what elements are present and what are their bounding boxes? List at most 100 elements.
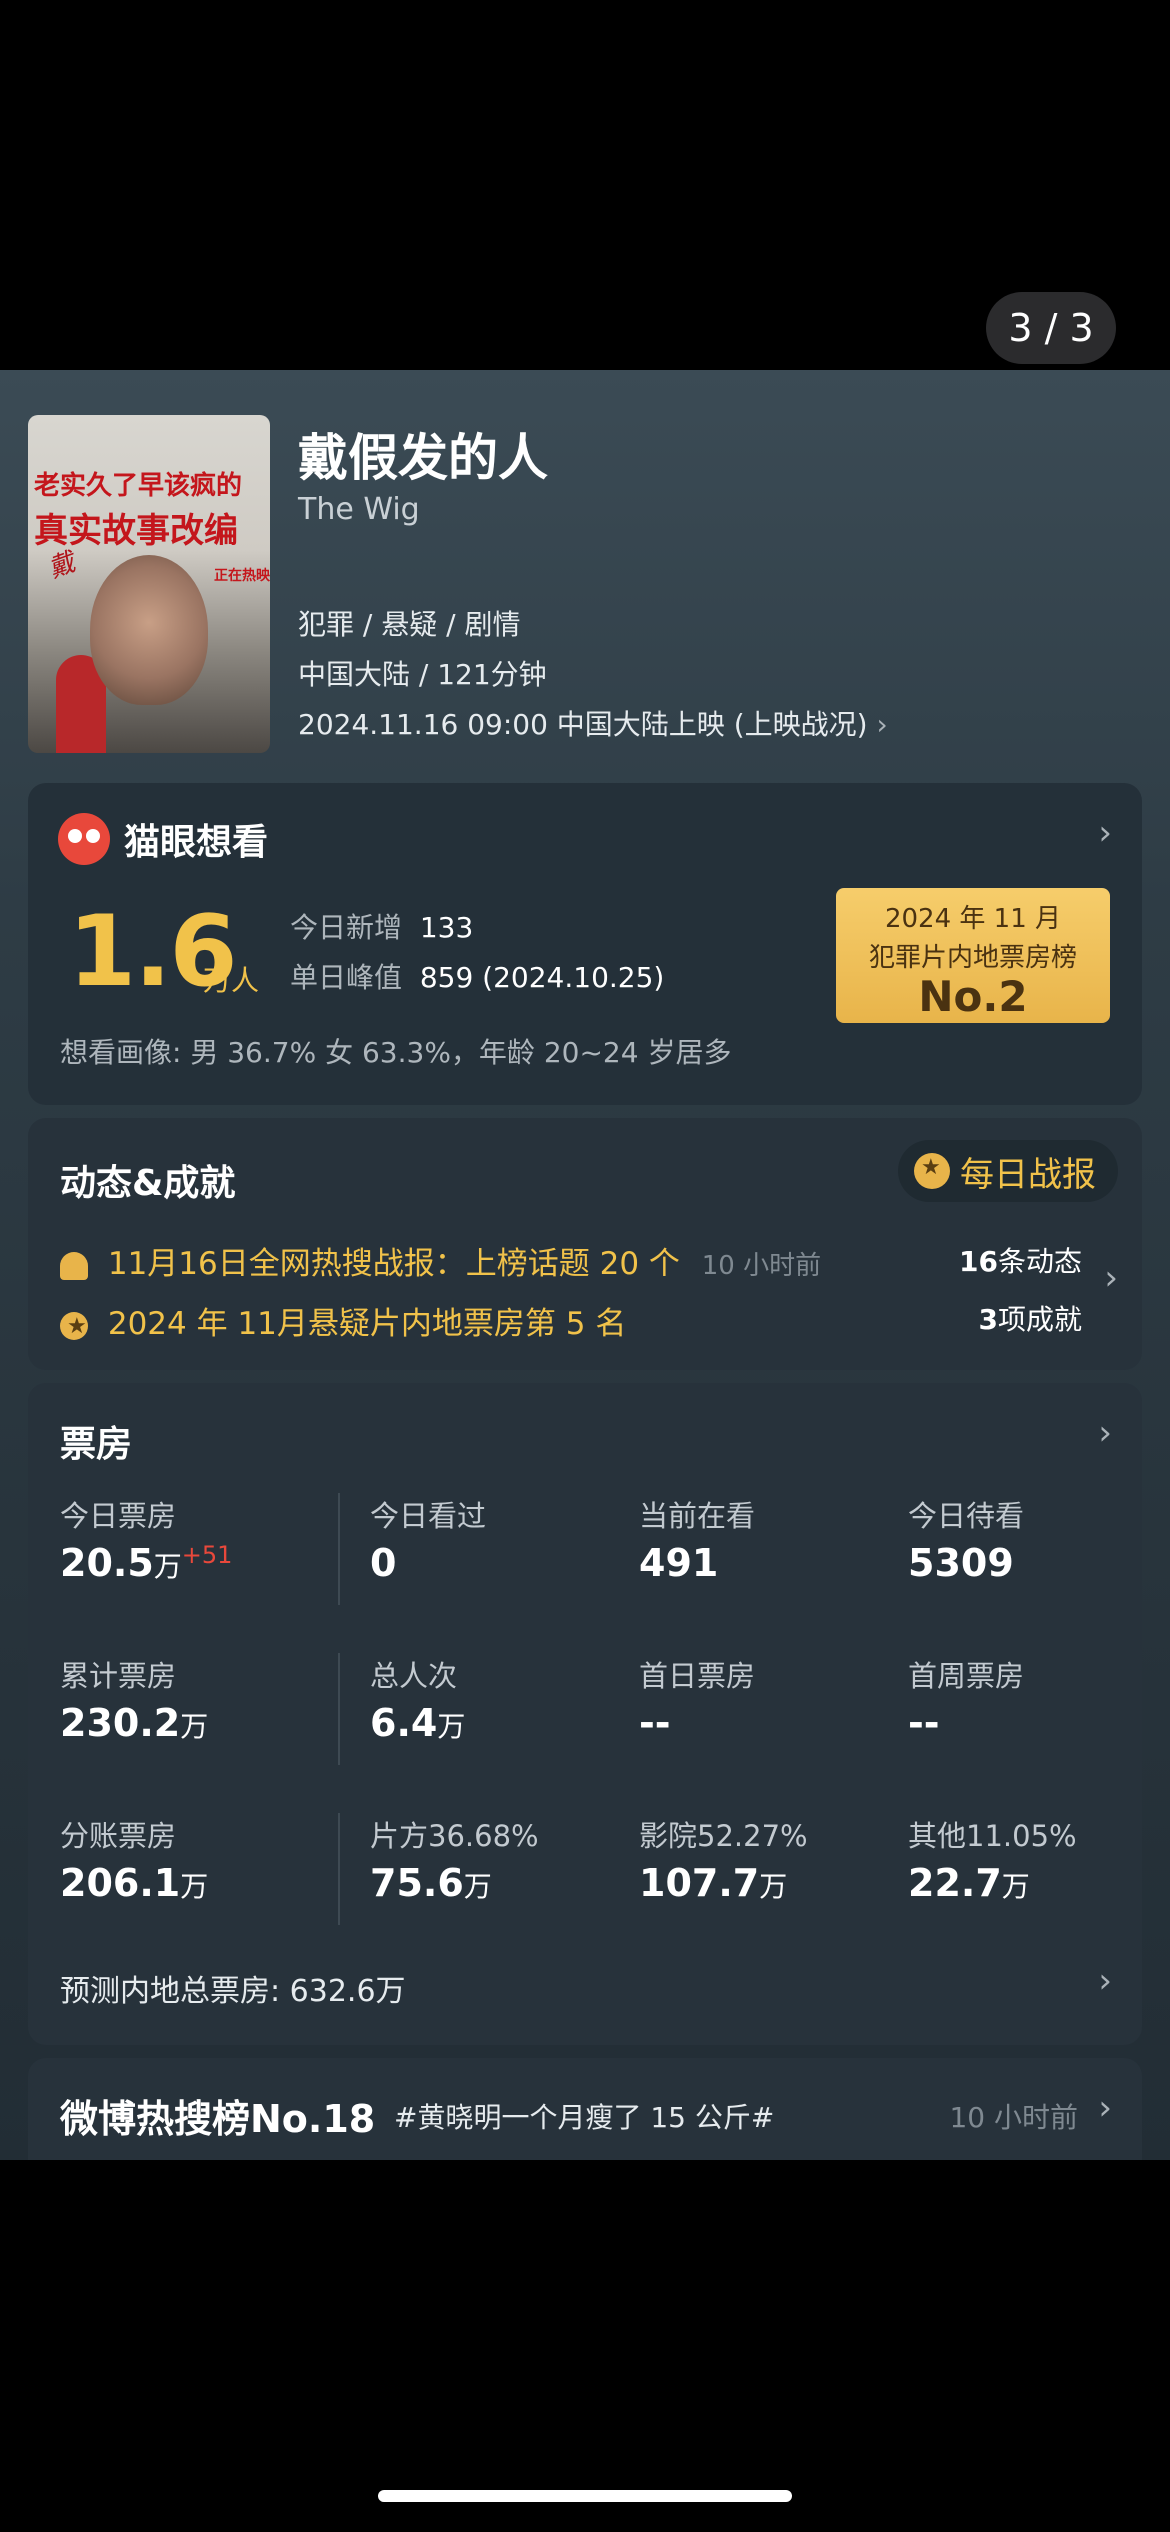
producer-share-label: 片方36.68% [370,1819,539,1853]
box-office-card[interactable]: 票房 › 今日票房 20.5万+51 今日看过 0 当前在看 491 今日待看 … [28,1383,1142,2045]
news-card-title: 动态&成就 [60,1163,236,1204]
today-new-value: 133 [419,911,474,944]
rank-period: 2024 年 11 月 [884,904,1062,934]
weibo-hot-search-card[interactable]: 微博热搜榜No.18 #黄晓明一个月瘦了 15 公斤# 10 小时前 › [28,2058,1142,2160]
medal-icon [60,1311,88,1340]
chevron-right-icon: › [1098,2088,1112,2128]
want-count-unit: 万人 [203,964,260,997]
today-pending-value: 5309 [908,1541,1014,1585]
peak-label: 单日峰值 [290,961,403,994]
weibo-rank-title: 微博热搜榜No.18 [60,2097,376,2141]
movie-title: 戴假发的人 [298,429,548,487]
news-item-text: 11月16日全网热搜战报：上榜话题 20 个 [107,1246,680,1282]
poster-badge: 正在热映 [214,568,270,584]
other-share-label: 其他11.05% [908,1819,1077,1853]
bell-icon [60,1251,88,1280]
today-watched-label: 今日看过 [370,1499,487,1533]
total-admissions-unit: 万 [437,1710,466,1743]
news-achievements-card[interactable]: 动态&成就 每日战报 11月16日全网热搜战报：上榜话题 20 个 10 小时前… [28,1118,1142,1370]
column-divider [338,1813,340,1925]
movie-release-text: 2024.11.16 09:00 中国大陆上映 (上映战况) [298,708,868,741]
news-item-time: 10 小时前 [701,1251,822,1281]
split-box-office-label: 分账票房 [60,1819,177,1853]
page-indicator: 3 / 3 [986,292,1116,364]
forecast-total[interactable]: 预测内地总票房: 632.6万 [60,1966,406,2010]
movie-region-duration: 中国大陆 / 121分钟 [298,658,547,691]
today-box-office-unit: 万 [153,1550,182,1583]
producer-share-value: 75.6万 [370,1861,492,1905]
cinema-share-label: 影院52.27% [639,1819,808,1853]
chevron-right-icon: › [1098,813,1112,853]
daily-report-button[interactable]: 每日战报 [898,1140,1118,1202]
split-box-office-unit: 万 [180,1870,209,1903]
rank-number: No.2 [918,972,1028,1021]
total-box-office-unit: 万 [180,1710,209,1743]
now-watching-label: 当前在看 [639,1499,756,1533]
today-watched-value: 0 [370,1541,397,1585]
weibo-topic: #黄晓明一个月瘦了 15 公斤# [394,2101,775,2134]
chevron-right-icon: › [1104,1258,1118,1298]
chevron-right-icon: › [1098,1413,1112,1453]
total-admissions-number: 6.4 [370,1701,438,1745]
achievement-count-suffix: 项成就 [997,1303,1082,1336]
total-admissions-value: 6.4万 [370,1701,465,1745]
news-count-number: 16 [959,1245,998,1278]
first-week-label: 首周票房 [908,1659,1025,1693]
total-box-office-value: 230.2万 [60,1701,208,1745]
other-share-number: 22.7 [908,1861,1002,1905]
peak-row: 单日峰值 859 (2024.10.25) [290,956,664,996]
total-admissions-label: 总人次 [370,1659,458,1693]
achievement-text: 2024 年 11月悬疑片内地票房第 5 名 [107,1306,627,1342]
chevron-right-icon: › [876,708,888,741]
maoyan-owl-icon [58,813,110,865]
want-to-see-card[interactable]: 猫眼想看 › 1.6 万人 今日新增 133 单日峰值 859 (2024.10… [28,783,1142,1105]
total-box-office-label: 累计票房 [60,1659,177,1693]
other-share-value: 22.7万 [908,1861,1030,1905]
split-box-office-number: 206.1 [60,1861,181,1905]
today-box-office-label: 今日票房 [60,1499,177,1533]
box-office-title: 票房 [60,1424,133,1465]
column-divider [338,1493,340,1605]
today-box-office-number: 20.5 [60,1541,154,1585]
achievement-count-number: 3 [978,1303,998,1336]
today-new-row: 今日新增 133 [290,906,473,946]
rank-badge[interactable]: 2024 年 11 月 犯罪片内地票房榜 No.2 [836,888,1110,1023]
total-box-office-number: 230.2 [60,1701,181,1745]
movie-detail-screen: 老实久了早该疯的 真实故事改编 正在热映 戴 戴假发的人 The Wig 犯罪 … [0,370,1170,2160]
cinema-share-number: 107.7 [639,1861,760,1905]
split-box-office-value: 206.1万 [60,1861,208,1905]
weibo-time: 10 小时前 [949,2101,1078,2134]
today-new-label: 今日新增 [290,911,403,944]
rank-category: 犯罪片内地票房榜 [868,943,1077,973]
today-box-office-delta: +51 [181,1541,233,1569]
want-card-title: 猫眼想看 [124,822,269,863]
today-pending-label: 今日待看 [908,1499,1025,1533]
chevron-right-icon: › [1098,1961,1112,2001]
cinema-share-unit: 万 [759,1870,788,1903]
movie-genres: 犯罪 / 悬疑 / 剧情 [298,608,521,641]
producer-share-unit: 万 [463,1870,492,1903]
other-share-unit: 万 [1001,1870,1030,1903]
column-divider [338,1653,340,1765]
poster-tagline: 老实久了早该疯的 [34,471,243,501]
poster-face [90,555,208,705]
cinema-share-value: 107.7万 [639,1861,787,1905]
daily-report-label: 每日战报 [960,1154,1096,1195]
news-count-suffix: 条动态 [997,1245,1082,1278]
medal-icon [914,1153,950,1189]
news-count: 16条动态 [959,1240,1082,1280]
today-box-office-value: 20.5万+51 [60,1541,232,1585]
first-week-value: -- [908,1701,940,1745]
news-item-hot-search[interactable]: 11月16日全网热搜战报：上榜话题 20 个 10 小时前 [60,1238,821,1283]
movie-poster[interactable]: 老实久了早该疯的 真实故事改编 正在热映 戴 [28,415,270,753]
achievement-item[interactable]: 2024 年 11月悬疑片内地票房第 5 名 [60,1298,626,1343]
movie-english-title: The Wig [298,492,420,527]
home-indicator[interactable] [378,2490,792,2502]
peak-value: 859 (2024.10.25) [419,961,665,994]
want-profile: 想看画像: 男 36.7% 女 63.3%，年龄 20~24 岁居多 [60,1036,732,1069]
movie-release-link[interactable]: 2024.11.16 09:00 中国大陆上映 (上映战况) › [298,703,888,743]
first-day-label: 首日票房 [639,1659,756,1693]
now-watching-value: 491 [639,1541,719,1585]
producer-share-number: 75.6 [370,1861,464,1905]
first-day-value: -- [639,1701,671,1745]
